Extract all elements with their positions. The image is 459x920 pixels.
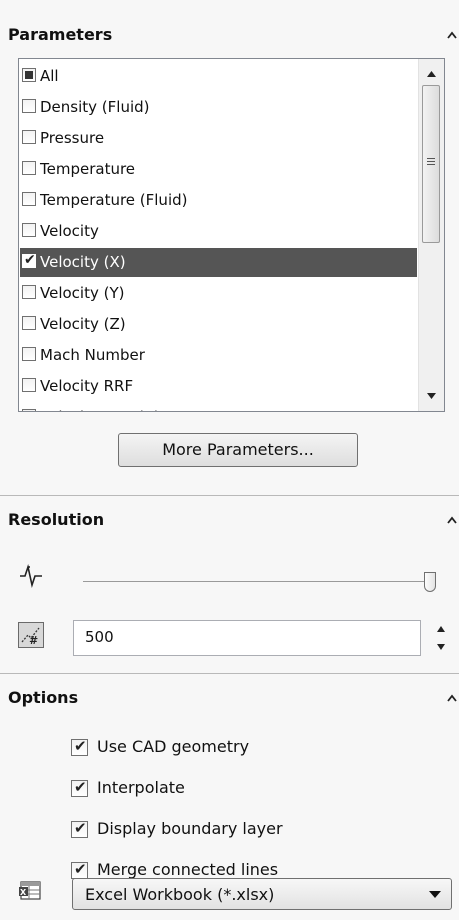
parameters-title: Parameters bbox=[8, 25, 113, 44]
collapse-chevron-icon[interactable] bbox=[445, 691, 459, 705]
list-item-label: Temperature bbox=[40, 160, 136, 178]
list-scrollbar[interactable] bbox=[418, 59, 444, 411]
list-item-label: Velocity RRF (X) bbox=[40, 408, 160, 411]
checkbox[interactable] bbox=[22, 285, 36, 299]
checkmark-icon: ✔ bbox=[74, 860, 87, 878]
checkbox[interactable] bbox=[22, 130, 36, 144]
checkbox[interactable] bbox=[22, 223, 36, 237]
list-item[interactable]: Mach Number bbox=[20, 341, 417, 370]
checkmark-icon: ✔ bbox=[24, 252, 36, 268]
list-item[interactable]: Velocity RRF (X) bbox=[20, 403, 417, 411]
scroll-thumb[interactable] bbox=[422, 85, 440, 243]
spin-down-icon[interactable] bbox=[434, 640, 448, 654]
list-item[interactable]: Pressure bbox=[20, 124, 417, 153]
list-item-label: Mach Number bbox=[40, 346, 145, 364]
scroll-up-icon[interactable] bbox=[419, 61, 444, 85]
list-item-label: Velocity RRF bbox=[40, 377, 134, 395]
parameters-list[interactable]: All Density (Fluid) Pressure Temperature Tem… bbox=[18, 58, 445, 412]
dropdown-arrow-icon bbox=[429, 891, 441, 898]
number-of-points-icon: # bbox=[18, 622, 44, 648]
checkbox[interactable]: ✔ bbox=[71, 860, 88, 879]
scroll-down-icon[interactable] bbox=[419, 385, 444, 409]
svg-text:#: # bbox=[29, 634, 38, 647]
checkbox[interactable] bbox=[22, 378, 36, 392]
list-item-label: Pressure bbox=[40, 129, 105, 147]
checkbox[interactable] bbox=[22, 68, 36, 82]
resolution-value-input[interactable]: 500 bbox=[73, 620, 421, 656]
list-item-label: Density (Fluid) bbox=[40, 98, 150, 116]
collapse-chevron-icon[interactable] bbox=[445, 28, 459, 42]
option-label: Interpolate bbox=[97, 778, 185, 797]
list-item-label: All bbox=[40, 67, 59, 85]
checkbox[interactable]: ✔ bbox=[71, 819, 88, 838]
resolution-wave-icon bbox=[20, 564, 42, 588]
checkmark-icon: ✔ bbox=[74, 819, 87, 837]
list-item[interactable]: Density (Fluid) bbox=[20, 93, 417, 122]
checkbox[interactable]: ✔ bbox=[71, 737, 88, 756]
checkbox[interactable] bbox=[22, 409, 36, 411]
list-item[interactable]: Velocity bbox=[20, 217, 417, 246]
list-item[interactable]: Temperature (Fluid) bbox=[20, 186, 417, 215]
checkmark-icon: ✔ bbox=[74, 737, 87, 755]
checkbox[interactable]: ✔ bbox=[22, 252, 36, 268]
divider bbox=[0, 673, 459, 674]
resolution-slider-thumb[interactable] bbox=[424, 572, 436, 592]
list-item[interactable]: Velocity (Y) bbox=[20, 279, 417, 308]
list-item-label: Velocity (Z) bbox=[40, 315, 126, 333]
option-label: Use CAD geometry bbox=[97, 737, 250, 756]
checkbox[interactable] bbox=[22, 316, 36, 330]
list-item[interactable]: All bbox=[20, 62, 417, 91]
checkbox[interactable]: ✔ bbox=[71, 778, 88, 797]
more-parameters-button[interactable]: More Parameters... bbox=[118, 433, 358, 467]
checkmark-icon: ✔ bbox=[74, 778, 87, 796]
list-item[interactable]: Temperature bbox=[20, 155, 417, 184]
checkbox[interactable] bbox=[22, 99, 36, 113]
list-item-label: Velocity (Y) bbox=[40, 284, 125, 302]
list-item-label: Temperature (Fluid) bbox=[40, 191, 188, 209]
options-title: Options bbox=[8, 688, 79, 707]
list-item[interactable]: Velocity (Z) bbox=[20, 310, 417, 339]
svg-text:X: X bbox=[20, 888, 27, 897]
checkbox[interactable] bbox=[22, 161, 36, 175]
export-format-select[interactable]: Excel Workbook (*.xlsx) bbox=[72, 878, 452, 910]
list-item-label: Velocity (X) bbox=[40, 253, 126, 271]
list-item-label: Velocity bbox=[40, 222, 99, 240]
checkbox[interactable] bbox=[22, 192, 36, 206]
collapse-chevron-icon[interactable] bbox=[445, 513, 459, 527]
checkbox[interactable] bbox=[22, 347, 36, 361]
list-item[interactable]: ✔ Velocity (X) bbox=[20, 248, 417, 277]
spin-up-icon[interactable] bbox=[434, 622, 448, 636]
resolution-title: Resolution bbox=[8, 510, 105, 529]
spreadsheet-icon: X bbox=[19, 881, 41, 900]
list-item[interactable]: Velocity RRF bbox=[20, 372, 417, 401]
divider bbox=[0, 495, 459, 496]
option-label: Merge connected lines bbox=[97, 860, 279, 879]
option-label: Display boundary layer bbox=[97, 819, 283, 838]
parameters-section: Parameters All Density (Fluid) Pressure Tem… bbox=[0, 0, 459, 500]
resolution-slider-track[interactable] bbox=[83, 581, 428, 582]
export-format-value: Excel Workbook (*.xlsx) bbox=[85, 885, 275, 904]
